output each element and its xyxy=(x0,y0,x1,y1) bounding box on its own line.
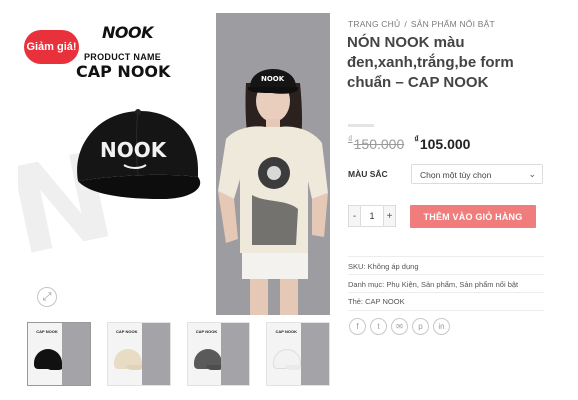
model-photo: NOOK xyxy=(216,13,330,315)
sale-price-value: 105.000 xyxy=(419,136,471,152)
tag-row: Thẻ: CAP NOOK xyxy=(348,297,405,306)
expand-icon: ⤢ xyxy=(42,290,52,303)
thumbnail-label: CAP NOOK xyxy=(195,329,218,334)
cap-image: NOOK xyxy=(77,109,201,199)
thumbnail[interactable]: CAP NOOK xyxy=(186,322,251,386)
product-title: NÓN NOOK màu đen,xanh,trắng,be form chuẩ… xyxy=(347,34,514,91)
breadcrumb-separator: / xyxy=(404,19,407,29)
sale-badge: Giảm giá! xyxy=(24,30,79,64)
thumbnail-label: CAP NOOK xyxy=(116,329,138,334)
model-cap-logo-text: NOOK xyxy=(261,75,285,83)
product-name-label: PRODUCT NAME xyxy=(84,52,162,62)
title-divider xyxy=(348,124,374,127)
product-code: CAP NOOK xyxy=(76,62,171,81)
thumbnail-label: CAP NOOK xyxy=(36,329,58,334)
currency-symbol: ₫ xyxy=(348,134,353,144)
sku-value: Không áp dụng xyxy=(367,262,419,271)
thumbnail-strip: CAP NOOK CAP NOOK CAP NOOK CAP NOOK xyxy=(27,322,330,386)
facebook-icon[interactable]: f xyxy=(349,318,366,335)
share-icons: f t ✉ p in xyxy=(349,318,450,335)
color-option-label: MÀU SẮC xyxy=(348,169,388,179)
old-price-value: 150.000 xyxy=(353,136,405,152)
breadcrumb: TRANG CHỦ / SẢN PHẨM NỔI BẬT xyxy=(348,19,495,29)
old-price: ₫150.000 xyxy=(348,134,405,152)
thumbnail-label: CAP NOOK xyxy=(275,329,297,334)
linkedin-icon[interactable]: in xyxy=(433,318,450,335)
color-select[interactable]: Chọn một tùy chọn ⌄ xyxy=(411,164,543,184)
divider xyxy=(348,292,544,293)
add-to-cart-button[interactable]: THÊM VÀO GIỎ HÀNG xyxy=(410,205,536,228)
tag-label: Thẻ: xyxy=(348,297,364,306)
thumbnail-model xyxy=(221,323,250,385)
divider xyxy=(348,274,544,275)
zoom-button[interactable]: ⤢ xyxy=(37,287,57,307)
divider xyxy=(348,256,544,257)
divider xyxy=(348,310,544,311)
quantity-minus-button[interactable]: - xyxy=(348,205,361,227)
color-select-value: Chọn một tùy chọn xyxy=(420,170,492,180)
sale-price: ₫105.000 xyxy=(414,134,471,152)
breadcrumb-home[interactable]: TRANG CHỦ xyxy=(348,19,400,29)
thumbnail[interactable]: CAP NOOK xyxy=(266,322,330,386)
twitter-icon[interactable]: t xyxy=(370,318,387,335)
breadcrumb-category[interactable]: SẢN PHẨM NỔI BẬT xyxy=(411,19,495,29)
chevron-down-icon: ⌄ xyxy=(528,169,536,179)
category-links[interactable]: Phụ Kiện, Sản phẩm, Sản phẩm nổi bật xyxy=(386,280,518,289)
pinterest-icon[interactable]: p xyxy=(412,318,429,335)
thumbnail[interactable]: CAP NOOK xyxy=(27,322,91,386)
brand-logo: NOOK xyxy=(102,23,154,42)
thumbnail-model xyxy=(61,323,90,385)
email-icon[interactable]: ✉ xyxy=(391,318,408,335)
currency-symbol: ₫ xyxy=(414,134,419,144)
thumbnail-model xyxy=(141,323,170,385)
tag-link[interactable]: CAP NOOK xyxy=(365,297,404,306)
product-main-image[interactable]: N Giảm giá! NOOK PRODUCT NAME CAP NOOK N… xyxy=(18,13,330,315)
quantity-plus-button[interactable]: + xyxy=(383,205,396,227)
quantity-input[interactable]: 1 xyxy=(361,205,383,227)
quantity-stepper: - 1 + xyxy=(348,205,396,227)
thumbnail[interactable]: CAP NOOK xyxy=(106,322,171,386)
sku-row: SKU: Không áp dụng xyxy=(348,262,419,271)
sku-label: SKU: xyxy=(348,262,366,271)
price-row: ₫150.000 ₫105.000 xyxy=(348,134,471,152)
category-row: Danh mục: Phụ Kiện, Sản phẩm, Sản phẩm n… xyxy=(348,280,518,289)
category-label: Danh mục: xyxy=(348,280,385,289)
thumbnail-model xyxy=(301,323,329,385)
cap-logo-text: NOOK xyxy=(100,138,168,162)
